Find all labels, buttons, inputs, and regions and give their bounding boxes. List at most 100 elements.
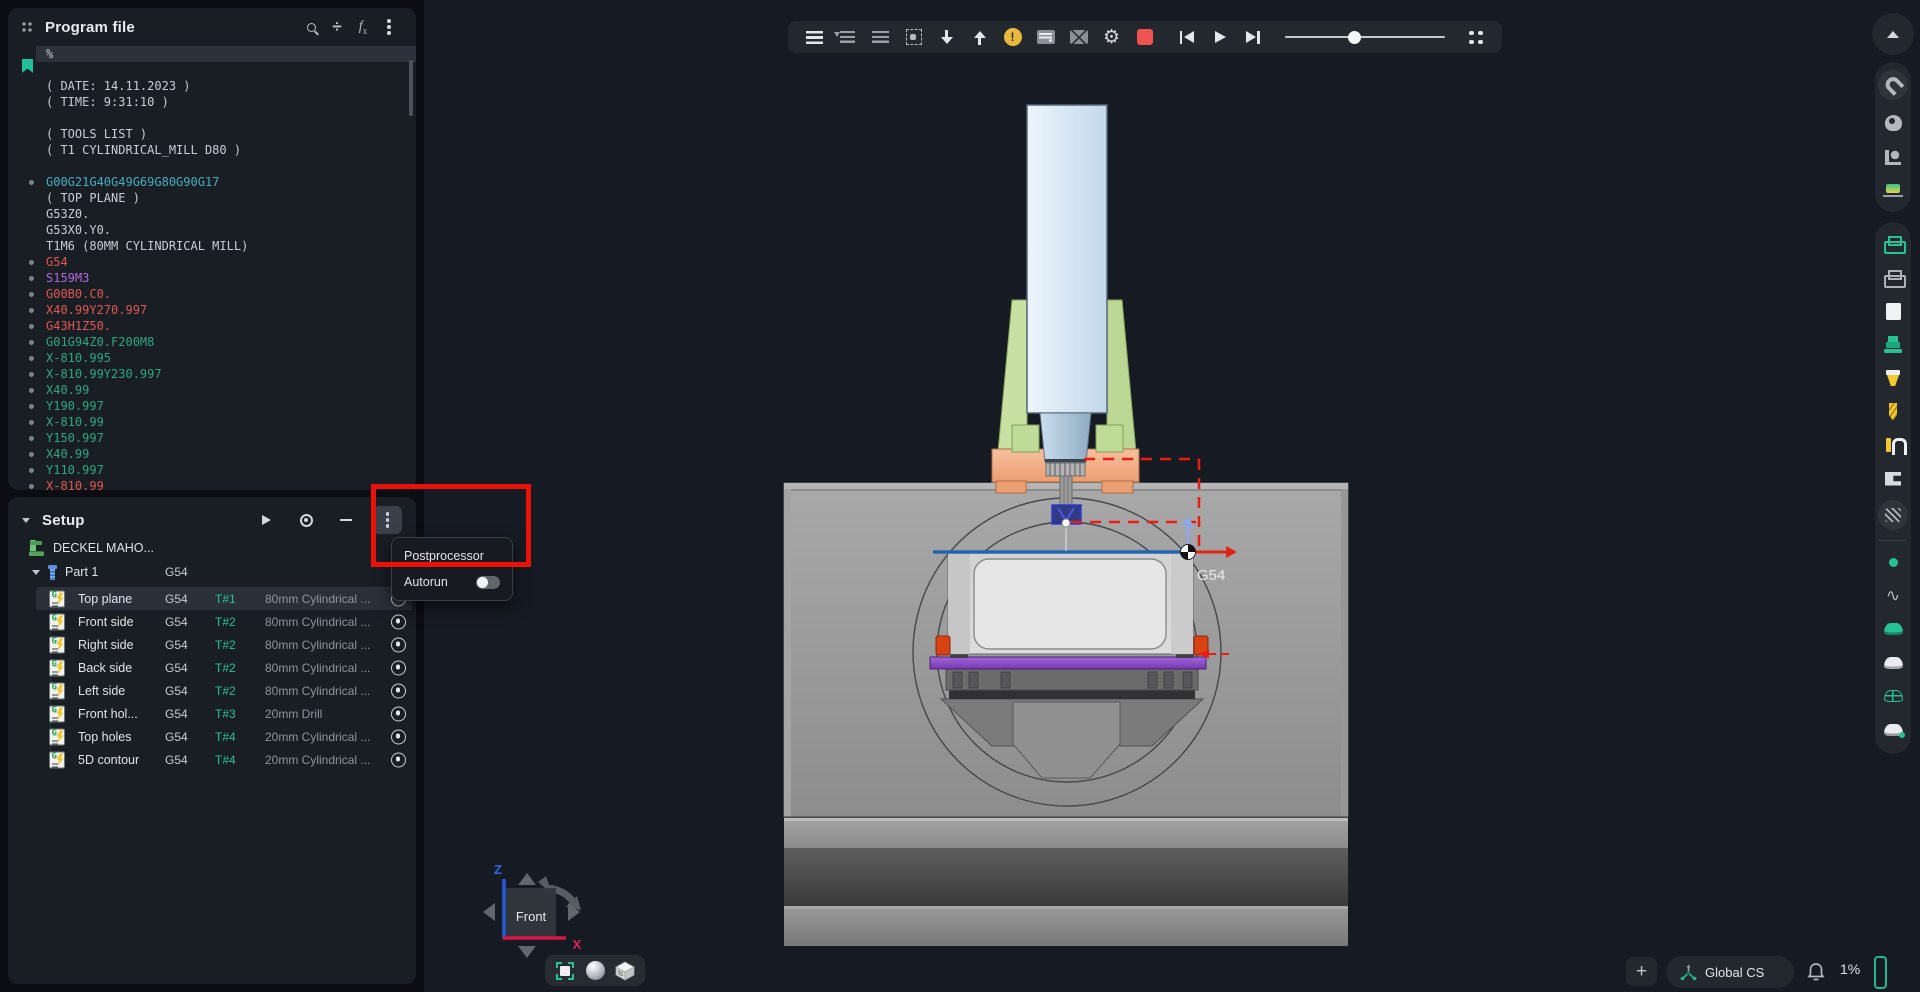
- operation-row[interactable]: G Right side G54 T#2 80mm Cylindrical ..…: [8, 633, 416, 656]
- stop-button[interactable]: [1128, 21, 1161, 53]
- gcode-line[interactable]: ( DATE: 14.11.2023 ): [8, 78, 416, 94]
- surface-points-icon[interactable]: [1880, 718, 1906, 742]
- speed-slider[interactable]: [1285, 21, 1445, 53]
- gcode-line[interactable]: T1M6 (80MM CYLINDRICAL MILL): [8, 238, 416, 254]
- notifications-button[interactable]: [1802, 958, 1830, 986]
- search-icon[interactable]: [298, 14, 324, 40]
- program-info-icon[interactable]: [1029, 21, 1062, 53]
- fixture-clamp-icon[interactable]: [1880, 145, 1906, 169]
- run-setup-icon[interactable]: [253, 507, 279, 533]
- gcode-line[interactable]: G01G94Z0.F200M8: [8, 334, 416, 350]
- gcode-line[interactable]: Y150.997: [8, 430, 416, 446]
- collapse-setup-icon[interactable]: [22, 517, 30, 523]
- machine-visible-icon[interactable]: [1880, 232, 1906, 256]
- toolpath-visibility-icon[interactable]: [1062, 21, 1095, 53]
- fit-selection-icon[interactable]: [897, 21, 930, 53]
- zoom-fit-button[interactable]: [552, 958, 578, 984]
- machine-tree-item[interactable]: DECKEL MAHO...: [8, 537, 416, 559]
- shaded-view-button[interactable]: [582, 958, 608, 984]
- gcode-line[interactable]: [8, 110, 416, 126]
- view-cube[interactable]: Front Z X: [483, 862, 582, 958]
- stock-plain-icon[interactable]: [1880, 299, 1906, 323]
- operation-row[interactable]: G Top plane G54 T#1 80mm Cylindrical ...: [8, 587, 416, 610]
- simulation-settings-icon[interactable]: ⚙: [1095, 21, 1128, 53]
- gcode-line[interactable]: %: [36, 46, 416, 62]
- function-icon[interactable]: fx: [350, 14, 376, 40]
- focus-operation-icon[interactable]: [391, 660, 406, 675]
- tool-holder-icon[interactable]: [1880, 433, 1907, 457]
- surface-shaded-icon[interactable]: [1880, 617, 1906, 641]
- gcode-line[interactable]: ( T1 CYLINDRICAL_MILL D80 ): [8, 142, 416, 158]
- gcode-listing[interactable]: % ( DATE: 14.11.2023 )( TIME: 9:31:10 ) ( …: [8, 46, 416, 490]
- gcode-line[interactable]: G43H1Z50.: [8, 318, 416, 334]
- goto-line-icon[interactable]: [831, 21, 864, 53]
- gcode-line[interactable]: [8, 62, 416, 78]
- gcode-line[interactable]: X-810.99: [8, 478, 416, 490]
- focus-operation-icon[interactable]: [391, 683, 406, 698]
- global-cs-button[interactable]: Global CS: [1666, 956, 1794, 988]
- gcode-line[interactable]: X-810.99Y230.997: [8, 366, 416, 382]
- magnet-icon[interactable]: [1878, 70, 1908, 100]
- workpiece[interactable]: [929, 550, 1209, 670]
- stock-material-icon[interactable]: [1880, 180, 1906, 204]
- gcode-line[interactable]: S159M3: [8, 270, 416, 286]
- sidebar-collapse-button[interactable]: [1872, 13, 1914, 55]
- operation-row[interactable]: G Top holes G54 T#4 20mm Cylindrical ...: [8, 725, 416, 748]
- surface-plain-icon[interactable]: [1880, 651, 1906, 675]
- gcode-line[interactable]: ( TIME: 9:31:10 ): [8, 94, 416, 110]
- panel-menu-icon[interactable]: [376, 14, 402, 40]
- operation-row[interactable]: G Left side G54 T#2 80mm Cylindrical ...: [8, 679, 416, 702]
- collapse-all-icon[interactable]: [333, 507, 359, 533]
- point-icon[interactable]: [1880, 550, 1906, 574]
- operation-row[interactable]: G 5D contour G54 T#4 20mm Cylindrical ..…: [8, 748, 416, 771]
- part-tree-item[interactable]: Part 1 G54: [8, 561, 416, 583]
- isometric-view-button[interactable]: [612, 958, 638, 984]
- add-cs-button[interactable]: +: [1626, 957, 1657, 986]
- code-scrollbar[interactable]: [409, 60, 413, 116]
- detach-toolbar-icon[interactable]: [1459, 21, 1492, 53]
- operation-row[interactable]: G Front side G54 T#2 80mm Cylindrical ..…: [8, 610, 416, 633]
- skip-to-end-button[interactable]: [1236, 21, 1269, 53]
- gcode-line[interactable]: X40.99: [8, 446, 416, 462]
- focus-operation-icon[interactable]: [391, 614, 406, 629]
- focus-operation-icon[interactable]: [391, 637, 406, 652]
- curve-icon[interactable]: ∿: [1880, 584, 1906, 608]
- section-hatch-icon[interactable]: [1878, 500, 1908, 530]
- gcode-line[interactable]: X40.99Y270.997: [8, 302, 416, 318]
- gcode-line[interactable]: G53Z0.: [8, 206, 416, 222]
- step-up-icon[interactable]: [963, 21, 996, 53]
- gcode-line[interactable]: G00B0.C0.: [8, 286, 416, 302]
- gcode-line[interactable]: X40.99: [8, 382, 416, 398]
- gcode-line[interactable]: ( TOOLS LIST ): [8, 126, 416, 142]
- step-down-icon[interactable]: [930, 21, 963, 53]
- gcode-line[interactable]: Y110.997: [8, 462, 416, 478]
- split-view-icon[interactable]: ÷: [324, 14, 350, 40]
- autorun-toggle[interactable]: [476, 575, 500, 589]
- operation-row[interactable]: G Back side G54 T#2 80mm Cylindrical ...: [8, 656, 416, 679]
- gcode-line[interactable]: X-810.995: [8, 350, 416, 366]
- workpiece-icon[interactable]: [1880, 333, 1906, 357]
- program-lines-icon[interactable]: [798, 21, 831, 53]
- line-density-icon[interactable]: [864, 21, 897, 53]
- warnings-icon[interactable]: !: [996, 21, 1029, 53]
- gcode-line[interactable]: G53X0.Y0.: [8, 222, 416, 238]
- setup-settings-icon[interactable]: [293, 507, 319, 533]
- focus-operation-icon[interactable]: [391, 706, 406, 721]
- tool-cutter-icon[interactable]: [1880, 366, 1906, 390]
- gcode-line[interactable]: ( TOP PLANE ): [8, 190, 416, 206]
- focus-operation-icon[interactable]: [391, 752, 406, 767]
- tool-drill-icon[interactable]: [1880, 400, 1906, 424]
- autorun-menu-item[interactable]: Autorun: [392, 569, 512, 595]
- probe-camera-icon[interactable]: [1880, 111, 1906, 135]
- skip-to-start-button[interactable]: [1170, 21, 1203, 53]
- gcode-line[interactable]: [8, 158, 416, 174]
- operation-row[interactable]: G Front hol... G54 T#3 20mm Drill: [8, 702, 416, 725]
- vise-icon[interactable]: [1880, 467, 1906, 491]
- spindle-tool[interactable]: [991, 104, 1140, 508]
- gcode-line[interactable]: G54: [8, 254, 416, 270]
- surface-wireframe-icon[interactable]: [1880, 684, 1906, 708]
- machine-hidden-icon[interactable]: [1880, 266, 1906, 290]
- expand-part-icon[interactable]: [32, 569, 40, 575]
- drag-handle-icon[interactable]: [22, 21, 33, 33]
- gcode-line[interactable]: G00G21G40G49G69G80G90G17: [8, 174, 416, 190]
